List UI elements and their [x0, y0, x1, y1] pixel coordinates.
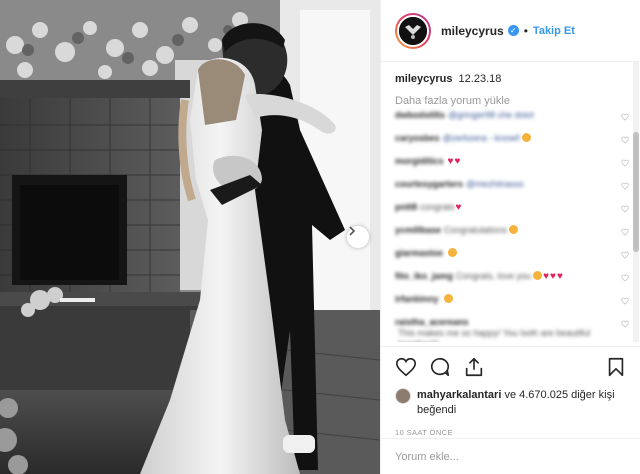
comment-like-icon[interactable]	[621, 320, 629, 328]
post-header: mileycyrus ✓ • Takip Et	[381, 0, 640, 62]
comment-like-icon[interactable]	[621, 297, 629, 305]
comment-text: congrats	[420, 202, 455, 212]
emoji-icon	[509, 225, 519, 234]
scroll-thumb[interactable]	[633, 132, 639, 252]
comment-username[interactable]: caryosbes	[395, 133, 440, 143]
likes-text: mahyarkalantari ve 4.670.025 diğer kişi …	[417, 388, 627, 418]
comment-text: @gringer98 che doiol	[448, 110, 534, 120]
comment-username[interactable]: dwbodstilts	[395, 110, 445, 120]
caption: mileycyrus 12.23.18	[395, 73, 629, 85]
comment-row: caryosbes @zerbzera - knowl!	[395, 133, 629, 153]
post-actions: mahyarkalantari ve 4.670.025 diğer kişi …	[381, 346, 640, 437]
comment-row: giarmastoe	[395, 248, 629, 268]
avatar	[397, 14, 429, 47]
comment-like-icon[interactable]	[621, 251, 629, 259]
header-dot-separator: •	[523, 23, 528, 38]
comment-like-icon[interactable]	[621, 159, 629, 167]
share-icon[interactable]	[463, 356, 485, 378]
post-photo[interactable]	[0, 0, 380, 474]
comment-row: ycmillbase Congratulations	[395, 225, 629, 245]
likes-summary: mahyarkalantari ve 4.670.025 diğer kişi …	[395, 388, 627, 418]
add-comment-input[interactable]: Yorum ekle...	[381, 438, 640, 474]
liker-username[interactable]: mahyarkalantari	[417, 389, 501, 401]
comment-username[interactable]: pntt8	[395, 202, 417, 212]
comment-row: fito_iko_jamg Congrats, love you ♥♥♥	[395, 271, 629, 291]
comment-username[interactable]: fito_iko_jamg	[395, 271, 453, 281]
comment-like-icon[interactable]	[621, 228, 629, 236]
red-heart-icon: ♥	[455, 202, 462, 213]
comment-icon[interactable]	[429, 356, 451, 378]
comment-username[interactable]: irfanbinny	[395, 294, 439, 304]
post-timestamp[interactable]: 10 SAAT ÖNCE	[395, 428, 627, 437]
follow-button[interactable]: Takip Et	[533, 25, 575, 37]
emoji-icon	[448, 248, 458, 257]
comment-like-icon[interactable]	[621, 182, 629, 190]
comment-row: courtesygarters @mezhitrasso	[395, 179, 629, 199]
comment-text: Congrats, love you	[456, 271, 532, 281]
comment-username[interactable]: giarmastoe	[395, 248, 443, 258]
comments-scrollbar[interactable]	[633, 62, 639, 342]
comment-text: @zerbzera - knowl!	[442, 133, 521, 143]
comment-username[interactable]: ycmillbase	[395, 225, 441, 235]
emoji-icon	[443, 294, 453, 303]
red-heart-icon: ♥	[556, 271, 563, 282]
red-heart-icon: ♥	[454, 156, 461, 167]
comment-row: irfanbinny	[395, 294, 629, 314]
emoji-icon	[522, 133, 532, 142]
comment-text: Congratulations	[444, 225, 508, 235]
comment-row: raistha_acereansThis makes me so happy! …	[395, 317, 629, 342]
avatar-image	[399, 16, 427, 45]
avatar-ring[interactable]	[395, 12, 431, 49]
red-heart-icon: ♥	[543, 271, 549, 282]
action-icons	[395, 355, 627, 379]
comment-like-icon[interactable]	[621, 205, 629, 213]
caption-text: 12.23.18	[458, 73, 502, 85]
comment-text: @mezhitrasso	[466, 179, 524, 189]
red-heart-icon: ♥	[447, 156, 454, 167]
caption-username[interactable]: mileycyrus	[395, 73, 452, 85]
comment-row: morgiditics ♥♥	[395, 156, 629, 176]
liker-avatar[interactable]	[395, 388, 411, 404]
comment-username[interactable]: morgiditics	[395, 156, 444, 166]
red-heart-icon: ♥	[550, 271, 556, 282]
comments-list[interactable]: mileycyrus 12.23.18 Daha fazla yorum yük…	[381, 62, 629, 342]
bookmark-icon[interactable]	[605, 356, 627, 378]
load-more-comments-button[interactable]: Daha fazla yorum yükle	[395, 95, 629, 107]
comment-username[interactable]: raistha_acereans	[395, 317, 469, 328]
chevron-right-icon	[349, 226, 356, 236]
emoji-icon	[533, 271, 543, 280]
heart-icon[interactable]	[395, 356, 417, 378]
post-side-panel: mileycyrus ✓ • Takip Et mileycyrus 12.23…	[380, 0, 640, 474]
comment-like-icon[interactable]	[621, 136, 629, 144]
next-photo-button[interactable]	[347, 226, 369, 248]
comment-like-icon[interactable]	[621, 274, 629, 282]
header-username[interactable]: mileycyrus	[441, 24, 504, 38]
comment-row: dwbodstilts @gringer98 che doiol	[395, 110, 629, 130]
verified-icon: ✓	[507, 25, 519, 36]
comment-like-icon[interactable]	[621, 113, 629, 121]
comment-row: pntt8 congrats♥	[395, 202, 629, 222]
comment-username[interactable]: courtesygarters	[395, 179, 463, 189]
comment-text: This makes me so happy! You both are bea…	[398, 328, 591, 342]
wedding-photo	[0, 0, 380, 474]
